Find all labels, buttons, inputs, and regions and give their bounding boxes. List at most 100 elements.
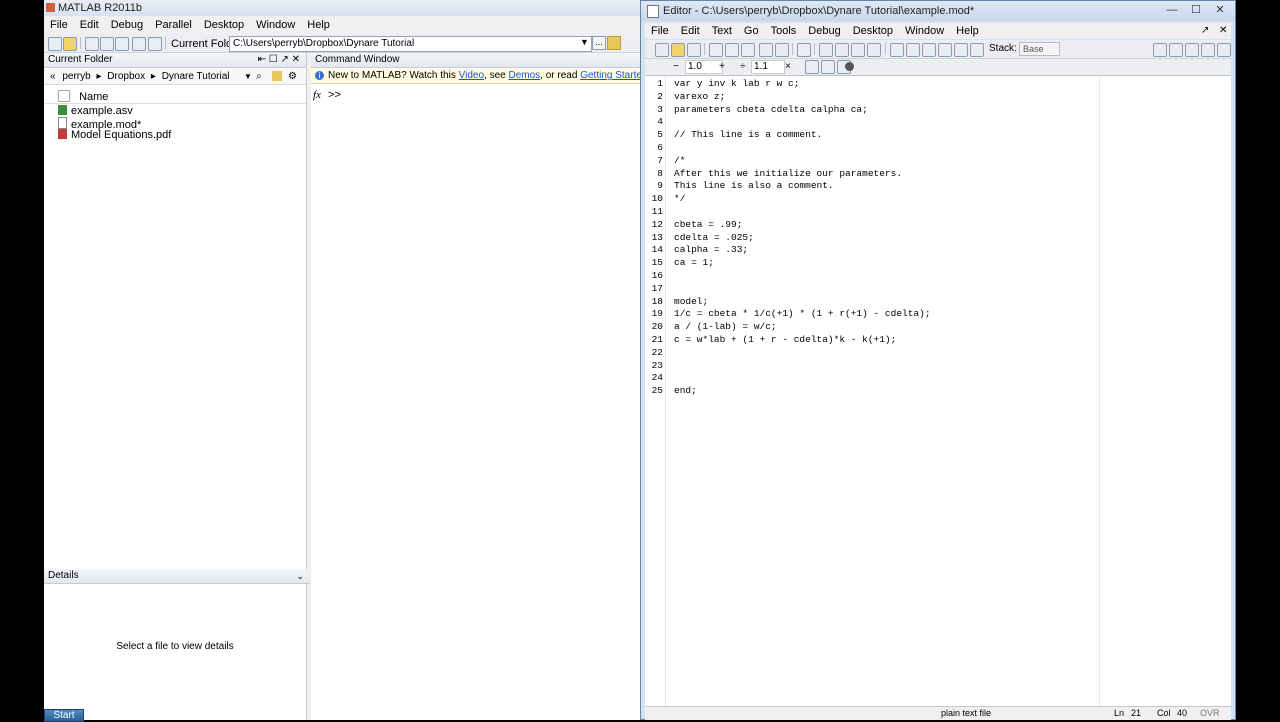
file-name[interactable]: example.asv xyxy=(71,105,133,117)
step-out-icon[interactable] xyxy=(938,43,952,57)
function-icon[interactable] xyxy=(867,43,881,57)
editor-menu-text[interactable]: Text xyxy=(712,23,732,39)
stack-select[interactable]: Base xyxy=(1019,42,1060,56)
editor-menu-debug[interactable]: Debug xyxy=(808,23,840,39)
search-icon[interactable]: ⌕ xyxy=(256,69,262,84)
divide-button[interactable]: ÷ xyxy=(740,61,746,72)
menu-window[interactable]: Window xyxy=(256,17,295,33)
breakpoint-clear-icon[interactable] xyxy=(890,43,904,57)
details-panel-header[interactable]: Details ⌄ xyxy=(44,569,310,584)
maximize-icon[interactable]: ☐ xyxy=(1185,3,1207,17)
chevron-down-icon[interactable]: ▼ xyxy=(580,37,589,47)
increment-button[interactable]: + xyxy=(719,61,725,72)
menu-edit[interactable]: Edit xyxy=(80,17,99,33)
forward-icon[interactable] xyxy=(851,43,865,57)
code-line[interactable]: ca = 1; xyxy=(674,257,714,268)
code-line[interactable]: // This line is a comment. xyxy=(674,129,822,140)
copy-icon[interactable] xyxy=(100,37,114,51)
cell-value-input-1[interactable]: 1.0 xyxy=(685,60,723,74)
select-all-checkbox[interactable] xyxy=(58,90,70,102)
menu-help[interactable]: Help xyxy=(307,17,330,33)
code-line[interactable]: cdelta = .025; xyxy=(674,232,754,243)
continue-icon[interactable] xyxy=(954,43,968,57)
menu-file[interactable]: File xyxy=(50,17,68,33)
new-file-icon[interactable] xyxy=(655,43,669,57)
paste-icon[interactable] xyxy=(741,43,755,57)
current-folder-input[interactable]: C:\Users\perryb\Dropbox\Dynare Tutorial xyxy=(229,36,592,52)
menu-parallel[interactable]: Parallel xyxy=(155,17,192,33)
code-line[interactable]: 1/c = cbeta * 1/c(+1) * (1 + r(+1) - cde… xyxy=(674,308,931,319)
code-line[interactable]: a / (1-lab) = w/c; xyxy=(674,321,777,332)
step-in-icon[interactable] xyxy=(922,43,936,57)
getting-started-link[interactable]: Getting Started xyxy=(580,70,640,81)
editor-menu-file[interactable]: File xyxy=(651,23,669,39)
editor-menu-help[interactable]: Help xyxy=(956,23,979,39)
code-line[interactable]: calpha = .33; xyxy=(674,244,748,255)
menu-desktop[interactable]: Desktop xyxy=(204,17,244,33)
list-item[interactable]: Model Equations.pdf xyxy=(58,129,171,141)
editor-menu-tools[interactable]: Tools xyxy=(771,23,797,39)
minimize-icon[interactable]: — xyxy=(1161,3,1183,17)
function-browser-icon[interactable]: fx xyxy=(313,89,321,101)
decrement-button[interactable]: − xyxy=(673,61,679,72)
tile-columns-icon[interactable] xyxy=(1169,43,1183,57)
print-icon[interactable] xyxy=(797,43,811,57)
code-area[interactable]: var y inv k lab r w c; varexo z; parameter… xyxy=(669,76,1100,706)
open-folder-icon[interactable] xyxy=(63,37,77,51)
editor-menu-desktop[interactable]: Desktop xyxy=(853,23,893,39)
code-line[interactable]: end; xyxy=(674,385,697,396)
undo-icon[interactable] xyxy=(132,37,146,51)
breadcrumb-dynare-tutorial[interactable]: Dynare Tutorial xyxy=(162,71,230,82)
browse-folder-button[interactable]: ... xyxy=(592,36,606,50)
copy-icon[interactable] xyxy=(725,43,739,57)
close-icon[interactable]: ✕ xyxy=(1209,3,1231,17)
save-icon[interactable] xyxy=(687,43,701,57)
step-icon[interactable] xyxy=(906,43,920,57)
find-icon[interactable] xyxy=(819,43,833,57)
editor-menu-window[interactable]: Window xyxy=(905,23,944,39)
breadcrumb-perryb[interactable]: perryb xyxy=(62,71,90,82)
cell-eval-icon[interactable] xyxy=(805,60,819,74)
tile-grid-icon[interactable] xyxy=(1153,43,1167,57)
code-line[interactable]: c = w*lab + (1 + r - cdelta)*k - k(+1); xyxy=(674,334,896,345)
exit-debug-icon[interactable] xyxy=(970,43,984,57)
demos-link[interactable]: Demos xyxy=(508,70,540,81)
list-item[interactable]: example.asv xyxy=(58,105,133,117)
cut-icon[interactable] xyxy=(709,43,723,57)
redo-icon[interactable] xyxy=(148,37,162,51)
file-name[interactable]: Model Equations.pdf xyxy=(71,129,171,141)
cell-advance-icon[interactable] xyxy=(821,60,835,74)
menu-debug[interactable]: Debug xyxy=(111,17,143,33)
undo-icon[interactable] xyxy=(759,43,773,57)
cut-icon[interactable] xyxy=(85,37,99,51)
chevron-down-icon[interactable]: ▼ xyxy=(244,69,252,84)
multiply-button[interactable]: × xyxy=(785,61,791,72)
gear-icon[interactable]: ⚙ xyxy=(288,69,297,84)
command-window[interactable]: Command Window i New to MATLAB? Watch thi… xyxy=(311,53,640,720)
code-line[interactable]: var y inv k lab r w c; xyxy=(674,78,799,89)
breadcrumb[interactable]: « perryb ▸ Dropbox ▸ Dynare Tutorial ▼ ⌕… xyxy=(44,69,306,85)
back-icon[interactable] xyxy=(835,43,849,57)
up-folder-icon[interactable] xyxy=(607,36,621,50)
code-line[interactable]: cbeta = .99; xyxy=(674,219,742,230)
code-line[interactable]: This line is also a comment. xyxy=(674,180,834,191)
file-list-header[interactable]: Name xyxy=(44,89,306,104)
redo-icon[interactable] xyxy=(775,43,789,57)
cell-value-input-2[interactable]: 1.1 xyxy=(751,60,785,74)
folder-up-icon[interactable] xyxy=(272,71,282,81)
code-line[interactable]: parameters cbeta cdelta calpha ca; xyxy=(674,104,868,115)
chevron-down-icon[interactable]: ⌄ xyxy=(296,569,304,583)
video-link[interactable]: Video xyxy=(459,70,484,81)
editor-menu-edit[interactable]: Edit xyxy=(681,23,700,39)
code-editor[interactable]: 1 2 3 4 5 6 7 8 9 10 11 12 13 14 15 16 17 18 19 20 21 22 23 24 2… xyxy=(645,76,1231,706)
close-icon[interactable]: ✕ xyxy=(1219,25,1227,36)
maximize-document-icon[interactable] xyxy=(1217,43,1231,57)
command-prompt[interactable]: fx >> xyxy=(313,89,341,101)
breadcrumb-dropbox[interactable]: Dropbox xyxy=(107,71,145,82)
code-line[interactable]: /* xyxy=(674,155,685,166)
editor-menu-go[interactable]: Go xyxy=(744,23,759,39)
open-folder-icon[interactable] xyxy=(671,43,685,57)
float-icon[interactable] xyxy=(1201,43,1215,57)
code-line[interactable]: */ xyxy=(674,193,685,204)
start-button[interactable]: Start xyxy=(44,709,84,722)
